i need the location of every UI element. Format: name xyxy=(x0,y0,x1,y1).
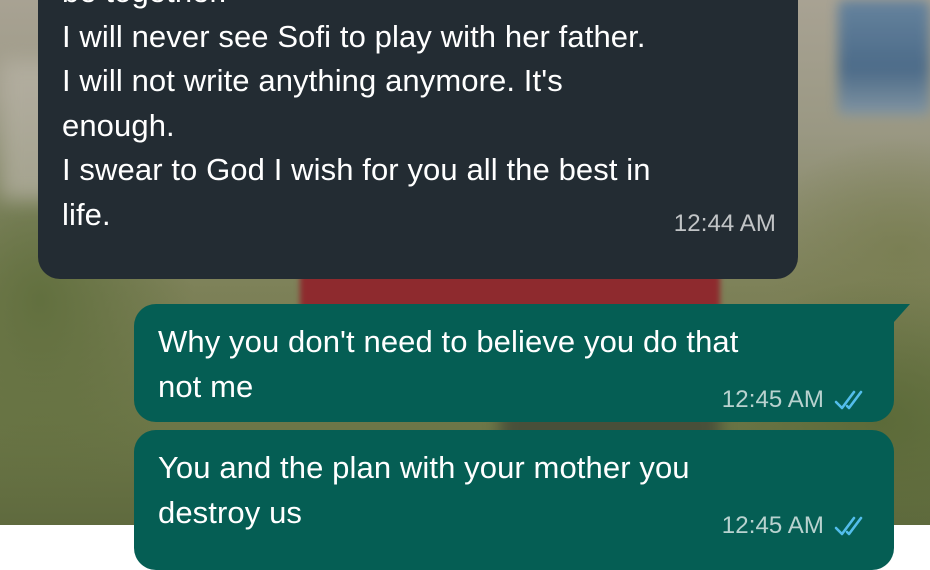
message-meta: 12:45 AM xyxy=(722,386,870,414)
message-timestamp: 12:45 AM xyxy=(721,512,824,539)
message-timestamp: 12:44 AM xyxy=(673,210,776,237)
outgoing-message-bubble[interactable]: Why you don't need to believe you do tha… xyxy=(134,304,910,422)
chat-message-list: be together. I will never see Sofi to pl… xyxy=(0,0,930,570)
message-timestamp: 12:45 AM xyxy=(721,386,824,413)
message-text: be together. I will never see Sofi to pl… xyxy=(62,0,651,232)
double-check-read-icon xyxy=(834,516,863,536)
incoming-message-bubble[interactable]: be together. I will never see Sofi to pl… xyxy=(38,0,798,279)
double-check-read-icon xyxy=(834,390,863,410)
outgoing-message-bubble[interactable]: You and the plan with your mother you de… xyxy=(134,430,894,570)
message-meta: 12:45 AM xyxy=(722,512,870,540)
bubble-tail xyxy=(894,304,910,322)
message-meta: 12:44 AM xyxy=(674,210,776,238)
